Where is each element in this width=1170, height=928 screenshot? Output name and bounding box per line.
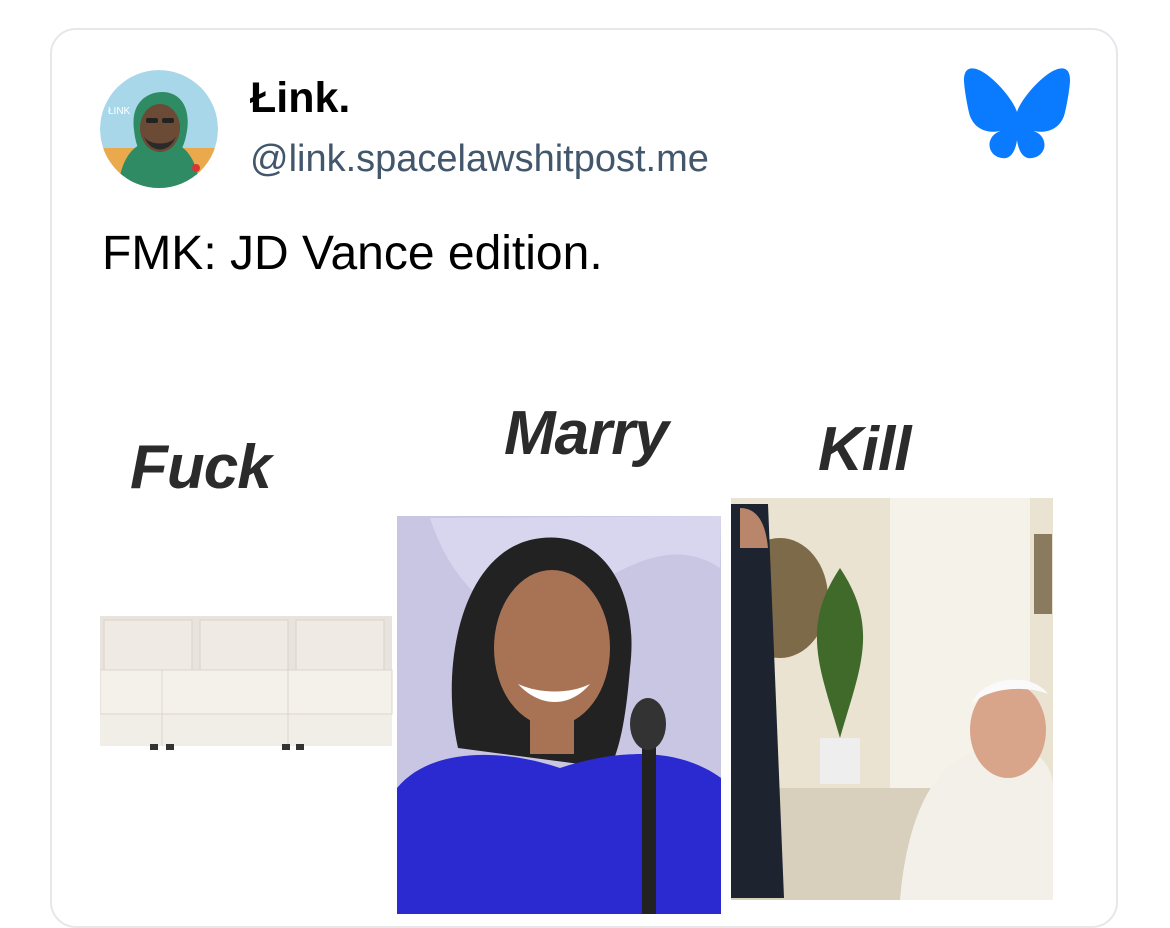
svg-text:ŁINK: ŁINK bbox=[108, 106, 131, 117]
meme-label-kill: Kill bbox=[818, 415, 911, 484]
bluesky-butterfly-icon[interactable] bbox=[962, 66, 1072, 162]
meme-label-fuck: Fuck bbox=[130, 433, 272, 502]
woman-photo bbox=[397, 516, 721, 914]
author-display-name[interactable]: Łink. bbox=[250, 74, 350, 123]
post-card[interactable]: ŁINK Łink. @link.spacelawshitpost.me FMK… bbox=[50, 28, 1118, 928]
post-image[interactable]: Fuck Marry Kill bbox=[99, 368, 1060, 926]
avatar-illustration-icon: ŁINK bbox=[100, 70, 218, 188]
avatar[interactable]: ŁINK bbox=[100, 70, 218, 188]
post-text: FMK: JD Vance edition. bbox=[102, 227, 603, 280]
meeting-photo bbox=[731, 498, 1053, 900]
author-handle[interactable]: @link.spacelawshitpost.me bbox=[250, 138, 709, 181]
meme-label-marry: Marry bbox=[504, 399, 669, 468]
couch-image bbox=[99, 616, 393, 750]
